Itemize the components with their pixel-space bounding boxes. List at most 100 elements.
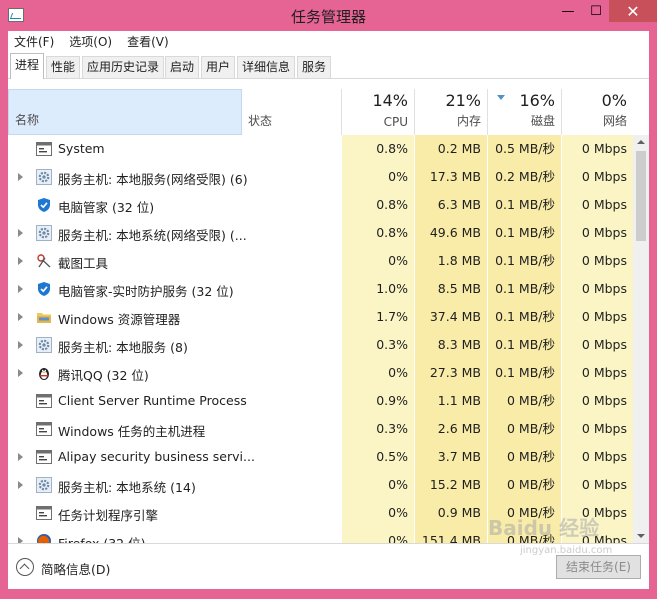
process-name: 服务主机: 本地系统(网络受限) (...	[58, 228, 247, 243]
process-name: 电脑管家-实时防护服务 (32 位)	[58, 284, 234, 299]
table-row[interactable]: Client Server Runtime Process 0.9% 1.1 MB 0…	[8, 387, 633, 415]
table-row[interactable]: 腾讯QQ (32 位) 0% 27.3 MB 0.1 MB/秒 0 Mbps	[8, 359, 633, 387]
memory-cell: 1.8 MB	[415, 247, 487, 275]
memory-percent: 21%	[445, 91, 481, 110]
process-name: 服务主机: 本地服务 (8)	[58, 340, 188, 355]
scroll-down-arrow-icon[interactable]	[637, 534, 645, 538]
disk-cell: 0 MB/秒	[488, 415, 561, 443]
table-row[interactable]: Alipay security business servi... 0.5% 3.7…	[8, 443, 633, 471]
cpu-cell: 0.5%	[342, 443, 414, 471]
process-name: Windows 任务的主机进程	[58, 424, 206, 439]
memory-cell: 17.3 MB	[415, 163, 487, 191]
process-name: System	[58, 141, 105, 156]
process-name: Alipay security business servi...	[58, 449, 255, 464]
menu-bar: 文件(F) 选项(O) 查看(V)	[8, 31, 649, 51]
process-name: 服务主机: 本地服务(网络受限) (6)	[58, 172, 248, 187]
expand-arrow-icon[interactable]	[18, 313, 23, 321]
table-row[interactable]: 服务主机: 本地系统(网络受限) (... 0.8% 49.6 MB 0.1 MB/秒…	[8, 219, 633, 247]
disk-cell: 0.2 MB/秒	[488, 163, 561, 191]
disk-cell: 0.1 MB/秒	[488, 331, 561, 359]
network-cell: 0 Mbps	[562, 387, 633, 415]
network-cell: 0 Mbps	[562, 191, 633, 219]
table-row[interactable]: Firefox (32 位) 0%151.4 MB0 MB/秒0 Mbps	[8, 527, 633, 543]
fewer-details-link[interactable]: 简略信息(D)	[41, 559, 110, 578]
gear-icon	[36, 225, 52, 241]
expand-arrow-icon[interactable]	[18, 229, 23, 237]
disk-cell: 0.1 MB/秒	[488, 303, 561, 331]
maximize-button[interactable]: ☐	[582, 0, 610, 22]
cpu-cell: 0%	[342, 163, 414, 191]
memory-cell: 8.3 MB	[415, 331, 487, 359]
tab-users[interactable]: 用户	[201, 56, 236, 78]
network-cell: 0 Mbps	[562, 443, 633, 471]
cpu-cell: 0%	[342, 499, 414, 527]
tab-processes[interactable]: 进程	[10, 53, 45, 79]
expand-arrow-icon[interactable]	[18, 369, 23, 377]
disk-cell: 0.1 MB/秒	[488, 191, 561, 219]
table-row[interactable]: 服务主机: 本地服务 (8) 0.3% 8.3 MB 0.1 MB/秒 0 Mbps	[8, 331, 633, 359]
expand-arrow-icon[interactable]	[18, 285, 23, 293]
close-button[interactable]: ✕	[609, 0, 657, 22]
scroll-up-arrow-icon[interactable]	[637, 140, 645, 144]
end-task-button[interactable]: 结束任务(E)	[556, 555, 641, 579]
vertical-scrollbar[interactable]	[633, 135, 649, 543]
expand-arrow-icon[interactable]	[18, 341, 23, 349]
cpu-label: CPU	[383, 115, 408, 129]
tab-performance[interactable]: 性能	[46, 56, 81, 78]
column-header-status[interactable]: 状态	[248, 112, 272, 129]
process-name-cell: 服务主机: 本地服务(网络受限) (6)	[8, 163, 342, 191]
expand-arrow-icon[interactable]	[18, 481, 23, 489]
menu-file[interactable]: 文件(F)	[14, 33, 54, 50]
table-row[interactable]: 服务主机: 本地系统 (14) 0% 15.2 MB 0 MB/秒 0 Mbps	[8, 471, 633, 499]
disk-cell: 0 MB/秒	[488, 471, 561, 499]
memory-cell: 15.2 MB	[415, 471, 487, 499]
memory-cell: 49.6 MB	[415, 219, 487, 247]
table-row[interactable]: Windows 任务的主机进程 0.3% 2.6 MB 0 MB/秒 0 Mbps	[8, 415, 633, 443]
tab-app-history[interactable]: 应用历史记录	[82, 56, 165, 78]
network-label: 网络	[602, 114, 627, 128]
title-bar[interactable]: 任务管理器 — ☐ ✕	[0, 0, 657, 32]
process-name-cell: 服务主机: 本地系统(网络受限) (...	[8, 219, 342, 247]
table-row[interactable]: 电脑管家 (32 位) 0.8% 6.3 MB 0.1 MB/秒 0 Mbps	[8, 191, 633, 219]
menu-options[interactable]: 选项(O)	[69, 33, 112, 50]
table-row[interactable]: System 0.8% 0.2 MB 0.5 MB/秒 0 Mbps	[8, 135, 633, 163]
system-window-icon	[36, 141, 52, 157]
menu-view[interactable]: 查看(V)	[127, 33, 169, 50]
disk-percent: 16%	[519, 91, 555, 110]
process-name: 腾讯QQ (32 位)	[58, 368, 149, 383]
scissors-icon	[36, 253, 52, 269]
gear-icon	[36, 337, 52, 353]
collapse-up-icon[interactable]	[16, 558, 34, 576]
tab-startup[interactable]: 启动	[165, 56, 200, 78]
expand-arrow-icon[interactable]	[18, 173, 23, 181]
cpu-cell: 1.0%	[342, 275, 414, 303]
tab-strip: 进程 性能 应用历史记录 启动 用户 详细信息 服务	[8, 53, 649, 79]
column-header-name[interactable]: 名称	[8, 89, 242, 135]
table-row[interactable]: Windows 资源管理器 1.7% 37.4 MB 0.1 MB/秒 0 Mbps	[8, 303, 633, 331]
expand-arrow-icon[interactable]	[18, 453, 23, 461]
scrollbar-thumb[interactable]	[636, 151, 646, 241]
network-cell: 0 Mbps	[562, 415, 633, 443]
network-cell: 0 Mbps	[562, 471, 633, 499]
table-row[interactable]: 截图工具 0% 1.8 MB 0.1 MB/秒 0 Mbps	[8, 247, 633, 275]
process-name-cell: Windows 资源管理器	[8, 303, 342, 331]
disk-cell: 0.1 MB/秒	[488, 247, 561, 275]
table-row[interactable]: 服务主机: 本地服务(网络受限) (6) 0% 17.3 MB 0.2 MB/秒 0 M…	[8, 163, 633, 191]
cpu-cell: 0.8%	[342, 191, 414, 219]
tab-services[interactable]: 服务	[297, 56, 332, 78]
cpu-cell: 0%	[342, 527, 414, 543]
process-name-cell: System	[8, 135, 342, 163]
expand-arrow-icon[interactable]	[18, 257, 23, 265]
disk-label: 磁盘	[530, 114, 555, 128]
process-name: Firefox (32 位)	[58, 533, 145, 543]
cpu-cell: 0.8%	[342, 219, 414, 247]
cpu-cell: 0.3%	[342, 331, 414, 359]
table-row[interactable]: 任务计划程序引擎 0% 0.9 MB 0 MB/秒 0 Mbps	[8, 499, 633, 527]
minimize-button[interactable]: —	[554, 0, 582, 22]
tab-details[interactable]: 详细信息	[237, 56, 296, 78]
memory-cell: 1.1 MB	[415, 387, 487, 415]
footer-bar: 简略信息(D) 结束任务(E)	[8, 543, 649, 589]
cpu-cell: 0.8%	[342, 135, 414, 163]
network-cell: 0 Mbps	[562, 163, 633, 191]
table-row[interactable]: 电脑管家-实时防护服务 (32 位) 1.0% 8.5 MB 0.1 MB/秒 0 Mb…	[8, 275, 633, 303]
